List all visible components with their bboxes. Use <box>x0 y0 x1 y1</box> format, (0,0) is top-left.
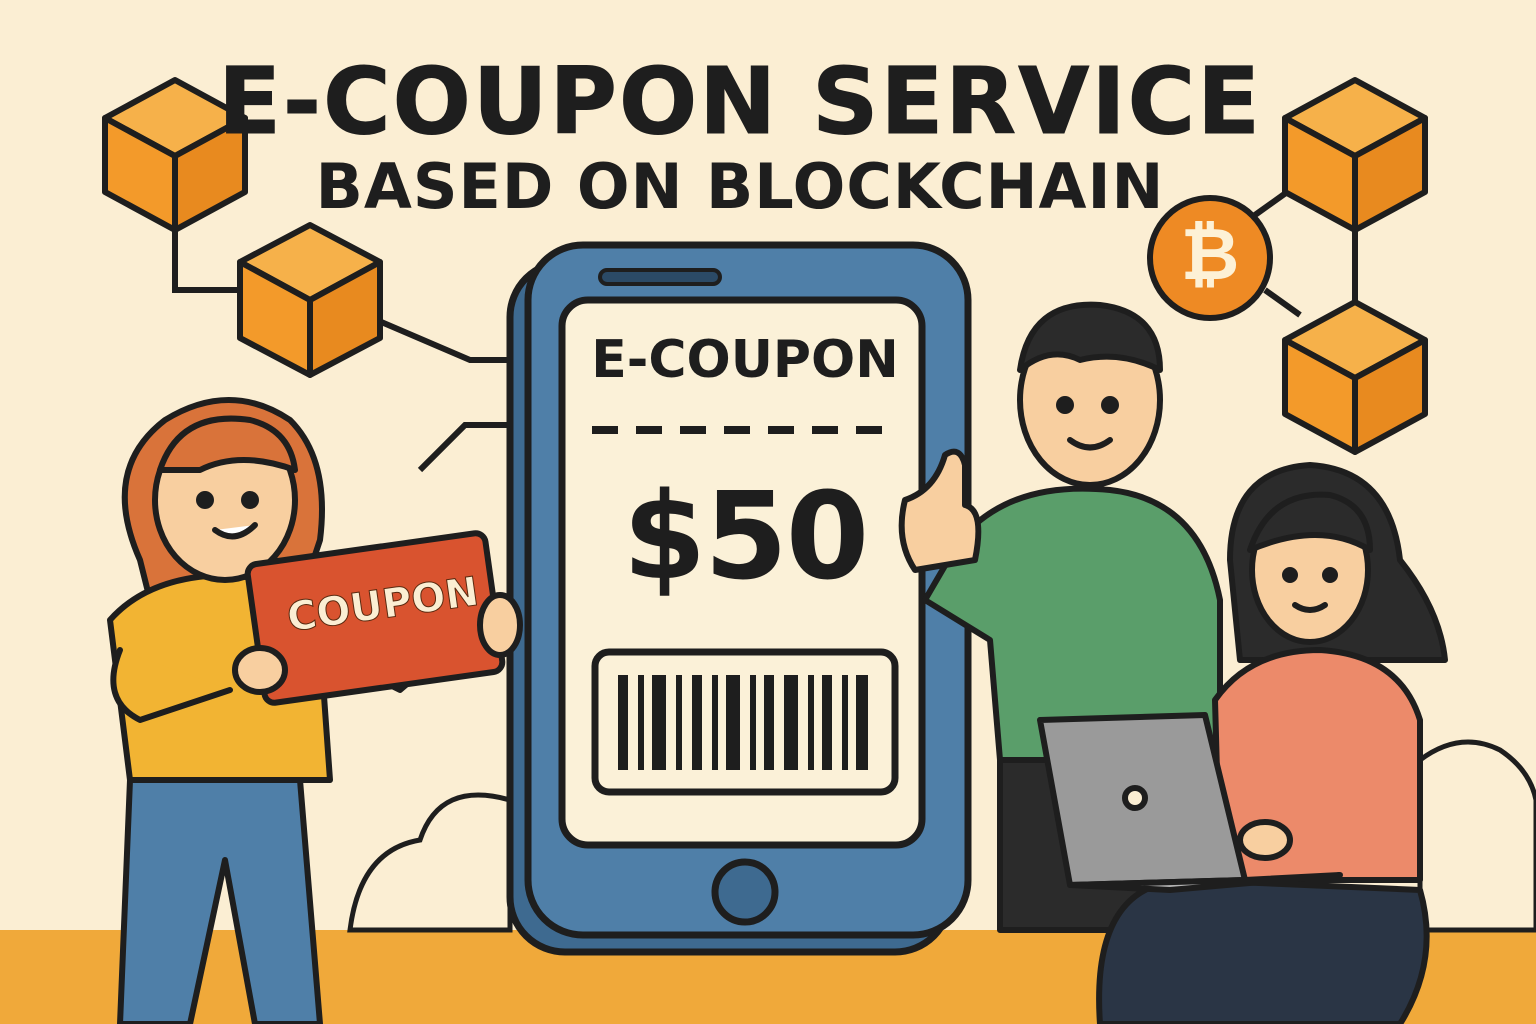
block-cube-icon <box>237 222 383 378</box>
barcode-icon <box>591 648 899 796</box>
illustration-stage: E-COUPON SERVICE BASED ON BLOCKCHAIN E-C… <box>0 0 1536 1024</box>
title-main: E-COUPON SERVICE <box>218 48 1262 156</box>
e-coupon-label: E-COUPON <box>591 330 899 390</box>
phone-speaker <box>598 268 722 286</box>
cloud-left <box>347 792 513 933</box>
phone-home-button <box>711 858 779 926</box>
cloud-right <box>1417 739 1536 933</box>
block-cube-icon <box>1282 299 1428 455</box>
bitcoin-symbol: ₿ <box>1180 212 1240 296</box>
coupon-amount: $50 <box>622 468 870 607</box>
